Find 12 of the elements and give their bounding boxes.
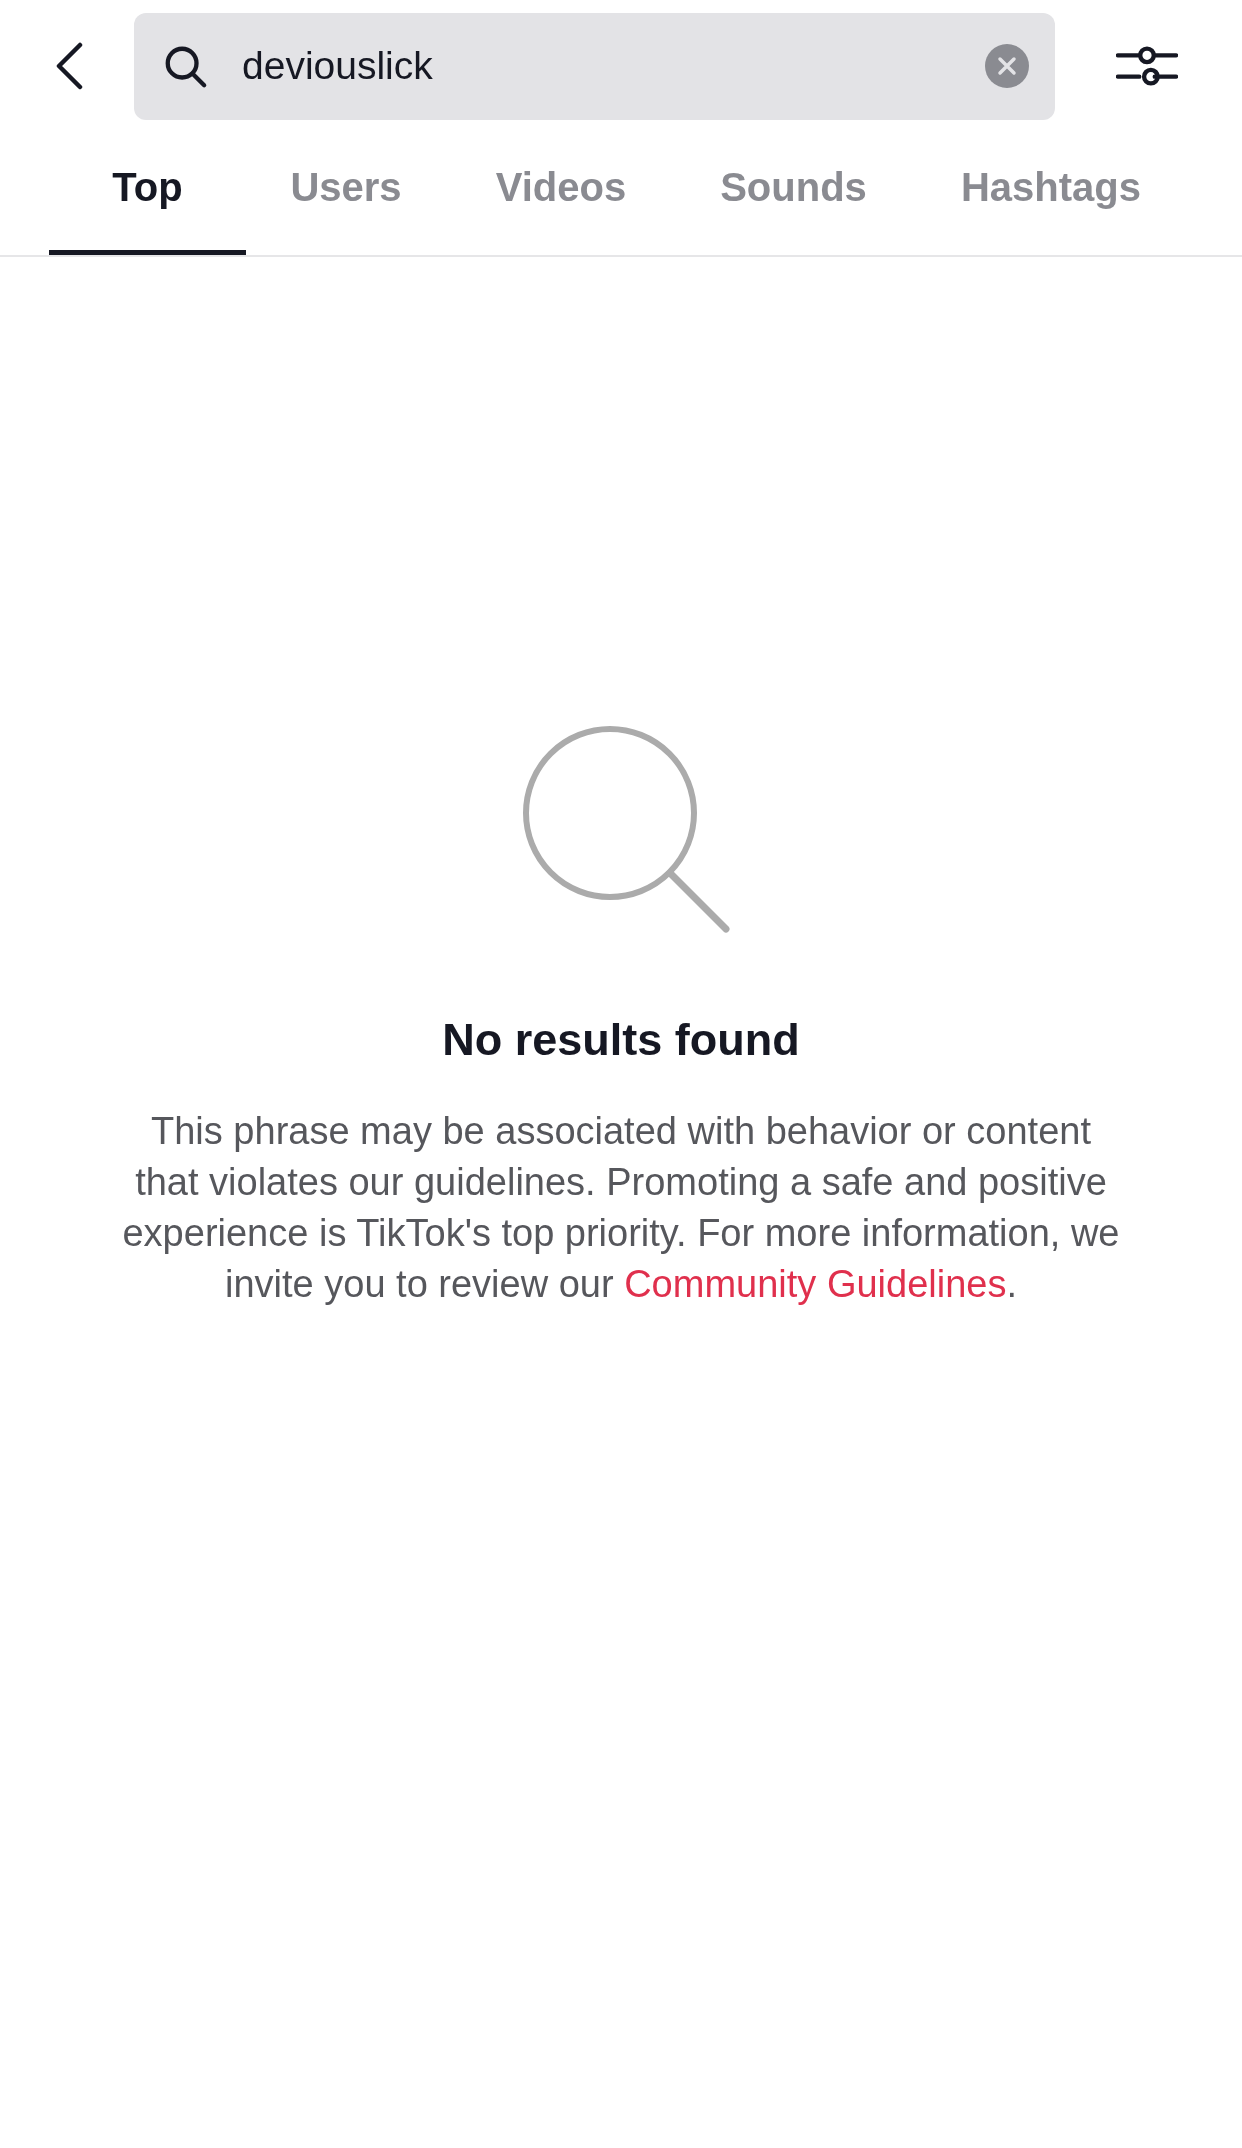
tab[interactable]: Sounds [676, 120, 911, 255]
empty-title: No results found [442, 1014, 800, 1066]
back-icon[interactable] [54, 42, 84, 90]
tab[interactable]: Videos [446, 120, 676, 255]
search-field[interactable]: deviouslick [134, 12, 1055, 120]
tab[interactable]: Top [49, 120, 246, 255]
tab[interactable]: Hashtags [911, 120, 1191, 255]
clear-icon[interactable] [985, 44, 1029, 88]
tab[interactable]: Users [246, 120, 446, 255]
search-query: deviouslick [242, 44, 434, 88]
empty-message: This phrase may be associated with behavior or content that violates our guidelines. Promoting a safe and positive experience is TikTok's top priority. For more information, we invite you to review our Community Guidelines. [121, 1109, 1121, 1307]
community-guidelines-link[interactable]: Community Guidelines [624, 1263, 1007, 1305]
